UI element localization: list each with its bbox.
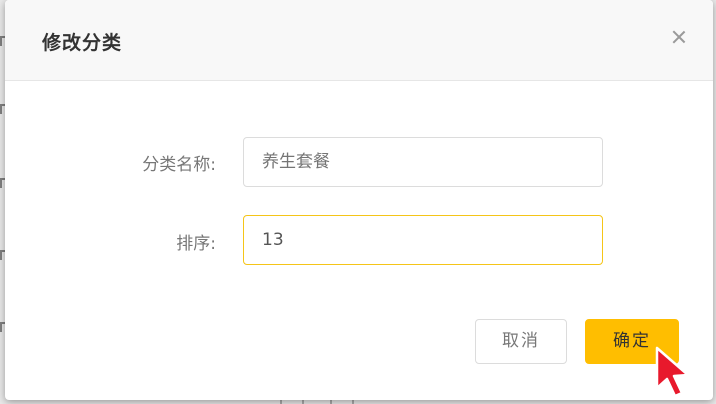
dialog-header: 修改分类 (5, 0, 713, 81)
edit-category-dialog: 修改分类 分类名称: 排序: 取消 确定 (5, 0, 713, 400)
category-name-label: 分类名称: (142, 155, 216, 175)
category-name-input[interactable] (243, 137, 603, 187)
cancel-button[interactable]: 取消 (475, 319, 567, 364)
mouse-pointer-icon (655, 346, 690, 398)
dialog-title: 修改分类 (42, 32, 123, 54)
sort-input[interactable] (243, 215, 603, 265)
sort-label: 排序: (176, 234, 216, 254)
close-icon[interactable] (668, 26, 690, 48)
